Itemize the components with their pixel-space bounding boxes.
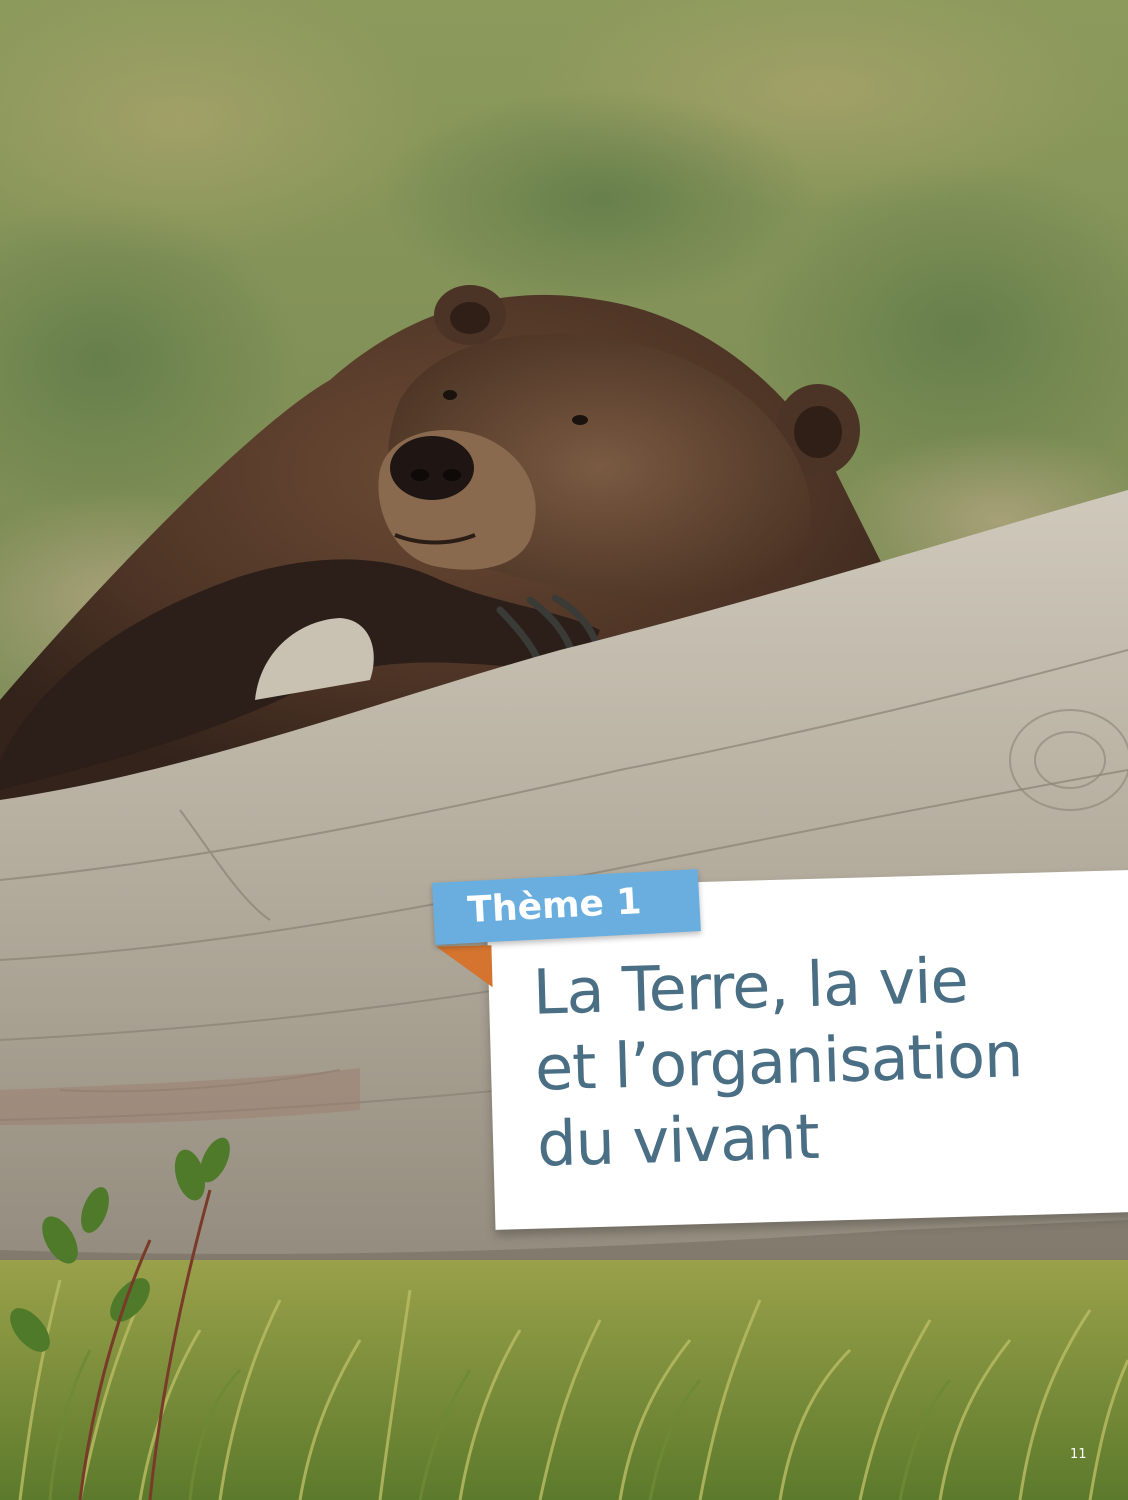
chapter-title: La Terre, la vie et l’organisation du vi… [531, 943, 1024, 1181]
theme-tab-fold [436, 945, 493, 989]
cover-photo [0, 0, 1128, 1500]
page-number: 11 [1070, 1447, 1087, 1462]
theme-label: Thème 1 [466, 881, 643, 932]
